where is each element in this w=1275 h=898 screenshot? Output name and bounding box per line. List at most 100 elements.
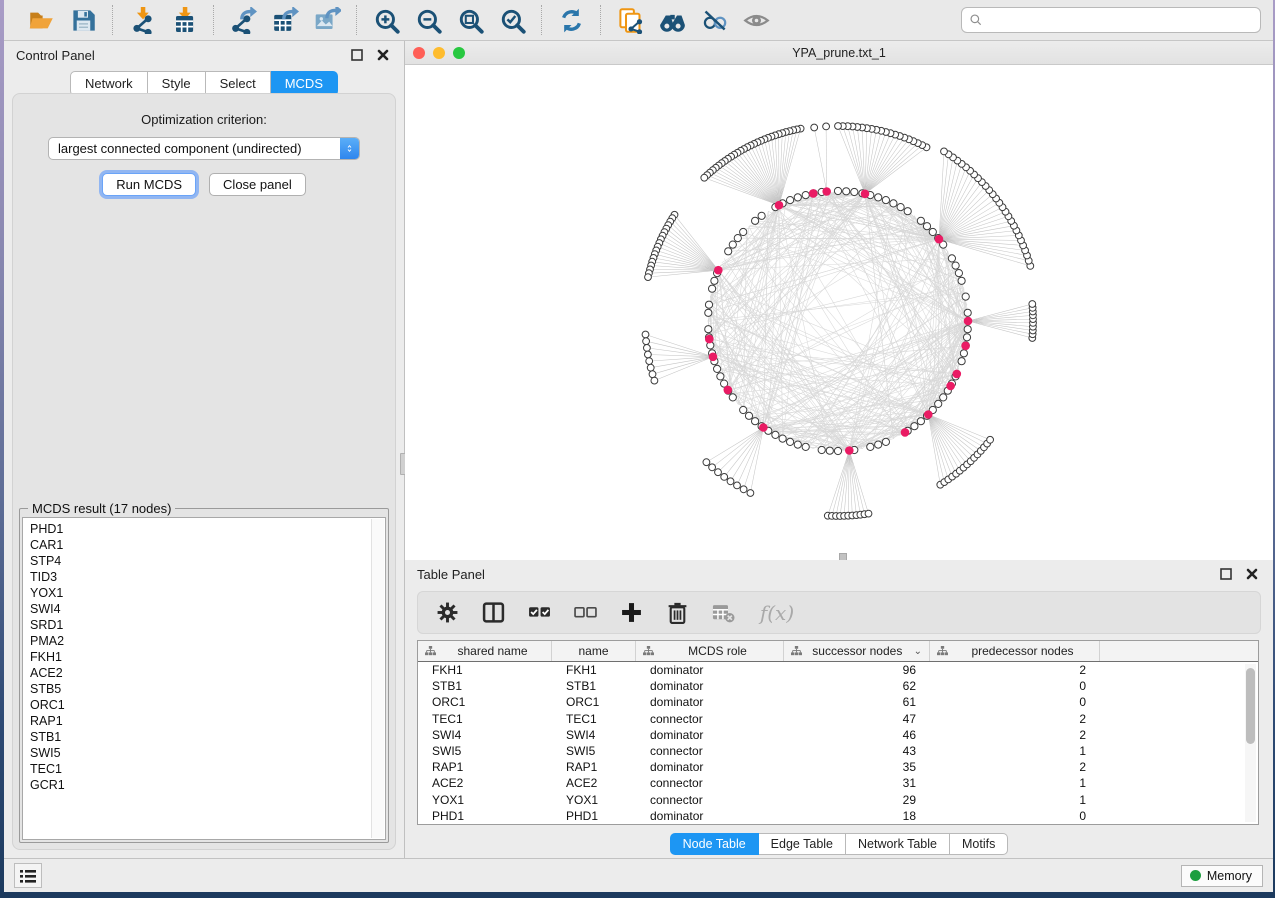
- tab-motifs[interactable]: Motifs: [950, 833, 1008, 855]
- mcds-result-list[interactable]: PHD1CAR1STP4TID3YOX1SWI4SRD1PMA2FKH1ACE2…: [22, 517, 386, 840]
- export-table-icon: [272, 7, 299, 34]
- table-scrollbar-thumb[interactable]: [1246, 668, 1255, 744]
- table-cell: ORC1: [552, 695, 636, 709]
- table-toolbar: f(x): [417, 591, 1261, 634]
- search-box[interactable]: [961, 7, 1261, 33]
- mcds-result-item[interactable]: TEC1: [30, 761, 385, 777]
- network-graph[interactable]: [405, 65, 1273, 559]
- share-document-button[interactable]: [615, 5, 645, 35]
- mcds-result-item[interactable]: PMA2: [30, 633, 385, 649]
- close-table-panel-icon[interactable]: [1243, 565, 1261, 583]
- columns-button[interactable]: [480, 600, 506, 626]
- zoom-selected-icon: [499, 7, 526, 34]
- table-cell: ACE2: [552, 776, 636, 790]
- tab-edge-table[interactable]: Edge Table: [759, 833, 846, 855]
- column-header-successor-nodes[interactable]: successor nodes⌄: [784, 641, 930, 661]
- mcds-result-item[interactable]: GCR1: [30, 777, 385, 793]
- table-row[interactable]: ORC1ORC1dominator610: [418, 694, 1258, 710]
- search-network-button[interactable]: [657, 5, 687, 35]
- mcds-result-item[interactable]: SRD1: [30, 617, 385, 633]
- tab-node-table[interactable]: Node Table: [670, 833, 759, 855]
- column-header-shared-name[interactable]: shared name: [418, 641, 552, 661]
- run-mcds-button[interactable]: Run MCDS: [102, 173, 196, 196]
- delete-icon: [666, 601, 689, 624]
- table-cell: connector: [636, 793, 784, 807]
- close-panel-button[interactable]: Close panel: [209, 173, 306, 196]
- table-cell: 96: [784, 663, 930, 677]
- add-column-button[interactable]: [618, 600, 644, 626]
- export-network-button[interactable]: [228, 5, 258, 35]
- mcds-result-item[interactable]: STB1: [30, 729, 385, 745]
- column-header-name[interactable]: name: [552, 641, 636, 661]
- table-cell: STB1: [418, 679, 552, 693]
- table-row[interactable]: SWI4SWI4dominator462: [418, 727, 1258, 743]
- mcds-result-group: MCDS result (17 nodes) PHD1CAR1STP4TID3Y…: [19, 508, 389, 843]
- task-history-button[interactable]: [14, 863, 42, 888]
- select-all-button[interactable]: [526, 600, 552, 626]
- zoom-out-button[interactable]: [413, 5, 443, 35]
- control-panel: Control Panel NetworkStyleSelectMCDS Opt…: [4, 41, 405, 858]
- mcds-result-item[interactable]: RAP1: [30, 713, 385, 729]
- deselect-all-button[interactable]: [572, 600, 598, 626]
- import-table-button[interactable]: [169, 5, 199, 35]
- network-view[interactable]: [405, 65, 1273, 559]
- zoom-selected-button[interactable]: [497, 5, 527, 35]
- hide-details-button[interactable]: [699, 5, 729, 35]
- mcds-result-scrollbar[interactable]: [371, 519, 384, 838]
- mcds-result-item[interactable]: ACE2: [30, 665, 385, 681]
- table-row[interactable]: SWI5SWI5connector431: [418, 743, 1258, 759]
- delete-table-icon: [712, 601, 735, 624]
- mcds-result-item[interactable]: SWI5: [30, 745, 385, 761]
- table-row[interactable]: TEC1TEC1connector472: [418, 711, 1258, 727]
- delete-button[interactable]: [664, 600, 690, 626]
- import-table-icon: [171, 7, 198, 34]
- mcds-result-item[interactable]: FKH1: [30, 649, 385, 665]
- mcds-result-item[interactable]: ORC1: [30, 697, 385, 713]
- desktop-background: Control Panel NetworkStyleSelectMCDS Opt…: [0, 0, 1275, 898]
- optimization-criterion-select[interactable]: largest connected component (undirected): [48, 137, 360, 160]
- mcds-result-item[interactable]: YOX1: [30, 585, 385, 601]
- export-table-button[interactable]: [270, 5, 300, 35]
- mcds-result-item[interactable]: SWI4: [30, 601, 385, 617]
- table-row[interactable]: STB1STB1dominator620: [418, 678, 1258, 694]
- float-panel-icon[interactable]: [348, 46, 366, 64]
- table-row[interactable]: FKH1FKH1dominator962: [418, 662, 1258, 678]
- table-scrollbar[interactable]: [1245, 664, 1256, 822]
- mcds-result-item[interactable]: PHD1: [30, 521, 385, 537]
- tab-network-table[interactable]: Network Table: [846, 833, 950, 855]
- save-session-button[interactable]: [68, 5, 98, 35]
- table-cell: 0: [930, 695, 1100, 709]
- table-row[interactable]: RAP1RAP1dominator352: [418, 759, 1258, 775]
- table-cell: 2: [930, 663, 1100, 677]
- mcds-result-item[interactable]: STB5: [30, 681, 385, 697]
- column-header-predecessor-nodes[interactable]: predecessor nodes: [930, 641, 1100, 661]
- table-row[interactable]: ACE2ACE2connector311: [418, 775, 1258, 791]
- open-file-button[interactable]: [26, 5, 56, 35]
- mcds-result-item[interactable]: CAR1: [30, 537, 385, 553]
- node-table[interactable]: shared namenameMCDS rolesuccessor nodes⌄…: [417, 640, 1259, 825]
- mcds-result-item[interactable]: STP4: [30, 553, 385, 569]
- table-row[interactable]: YOX1YOX1connector291: [418, 792, 1258, 808]
- table-cell: ACE2: [418, 776, 552, 790]
- zoom-fit-button[interactable]: [455, 5, 485, 35]
- table-row[interactable]: PHD1PHD1dominator180: [418, 808, 1258, 824]
- float-table-panel-icon[interactable]: [1217, 565, 1235, 583]
- close-panel-icon[interactable]: [374, 46, 392, 64]
- toolbar-group: [12, 5, 112, 35]
- search-input[interactable]: [988, 13, 1253, 27]
- refresh-layout-button[interactable]: [556, 5, 586, 35]
- node-table-header: shared namenameMCDS rolesuccessor nodes⌄…: [418, 641, 1258, 662]
- zoom-in-button[interactable]: [371, 5, 401, 35]
- table-cell: 0: [930, 679, 1100, 693]
- columns-icon: [482, 601, 505, 624]
- memory-button[interactable]: Memory: [1181, 865, 1263, 887]
- table-cell: RAP1: [418, 760, 552, 774]
- mcds-result-item[interactable]: TID3: [30, 569, 385, 585]
- gear-button[interactable]: [434, 600, 460, 626]
- show-details-button[interactable]: [741, 5, 771, 35]
- delete-table-button: [710, 600, 736, 626]
- column-header-MCDS-role[interactable]: MCDS role: [636, 641, 784, 661]
- table-cell: RAP1: [552, 760, 636, 774]
- export-image-button[interactable]: [312, 5, 342, 35]
- import-network-button[interactable]: [127, 5, 157, 35]
